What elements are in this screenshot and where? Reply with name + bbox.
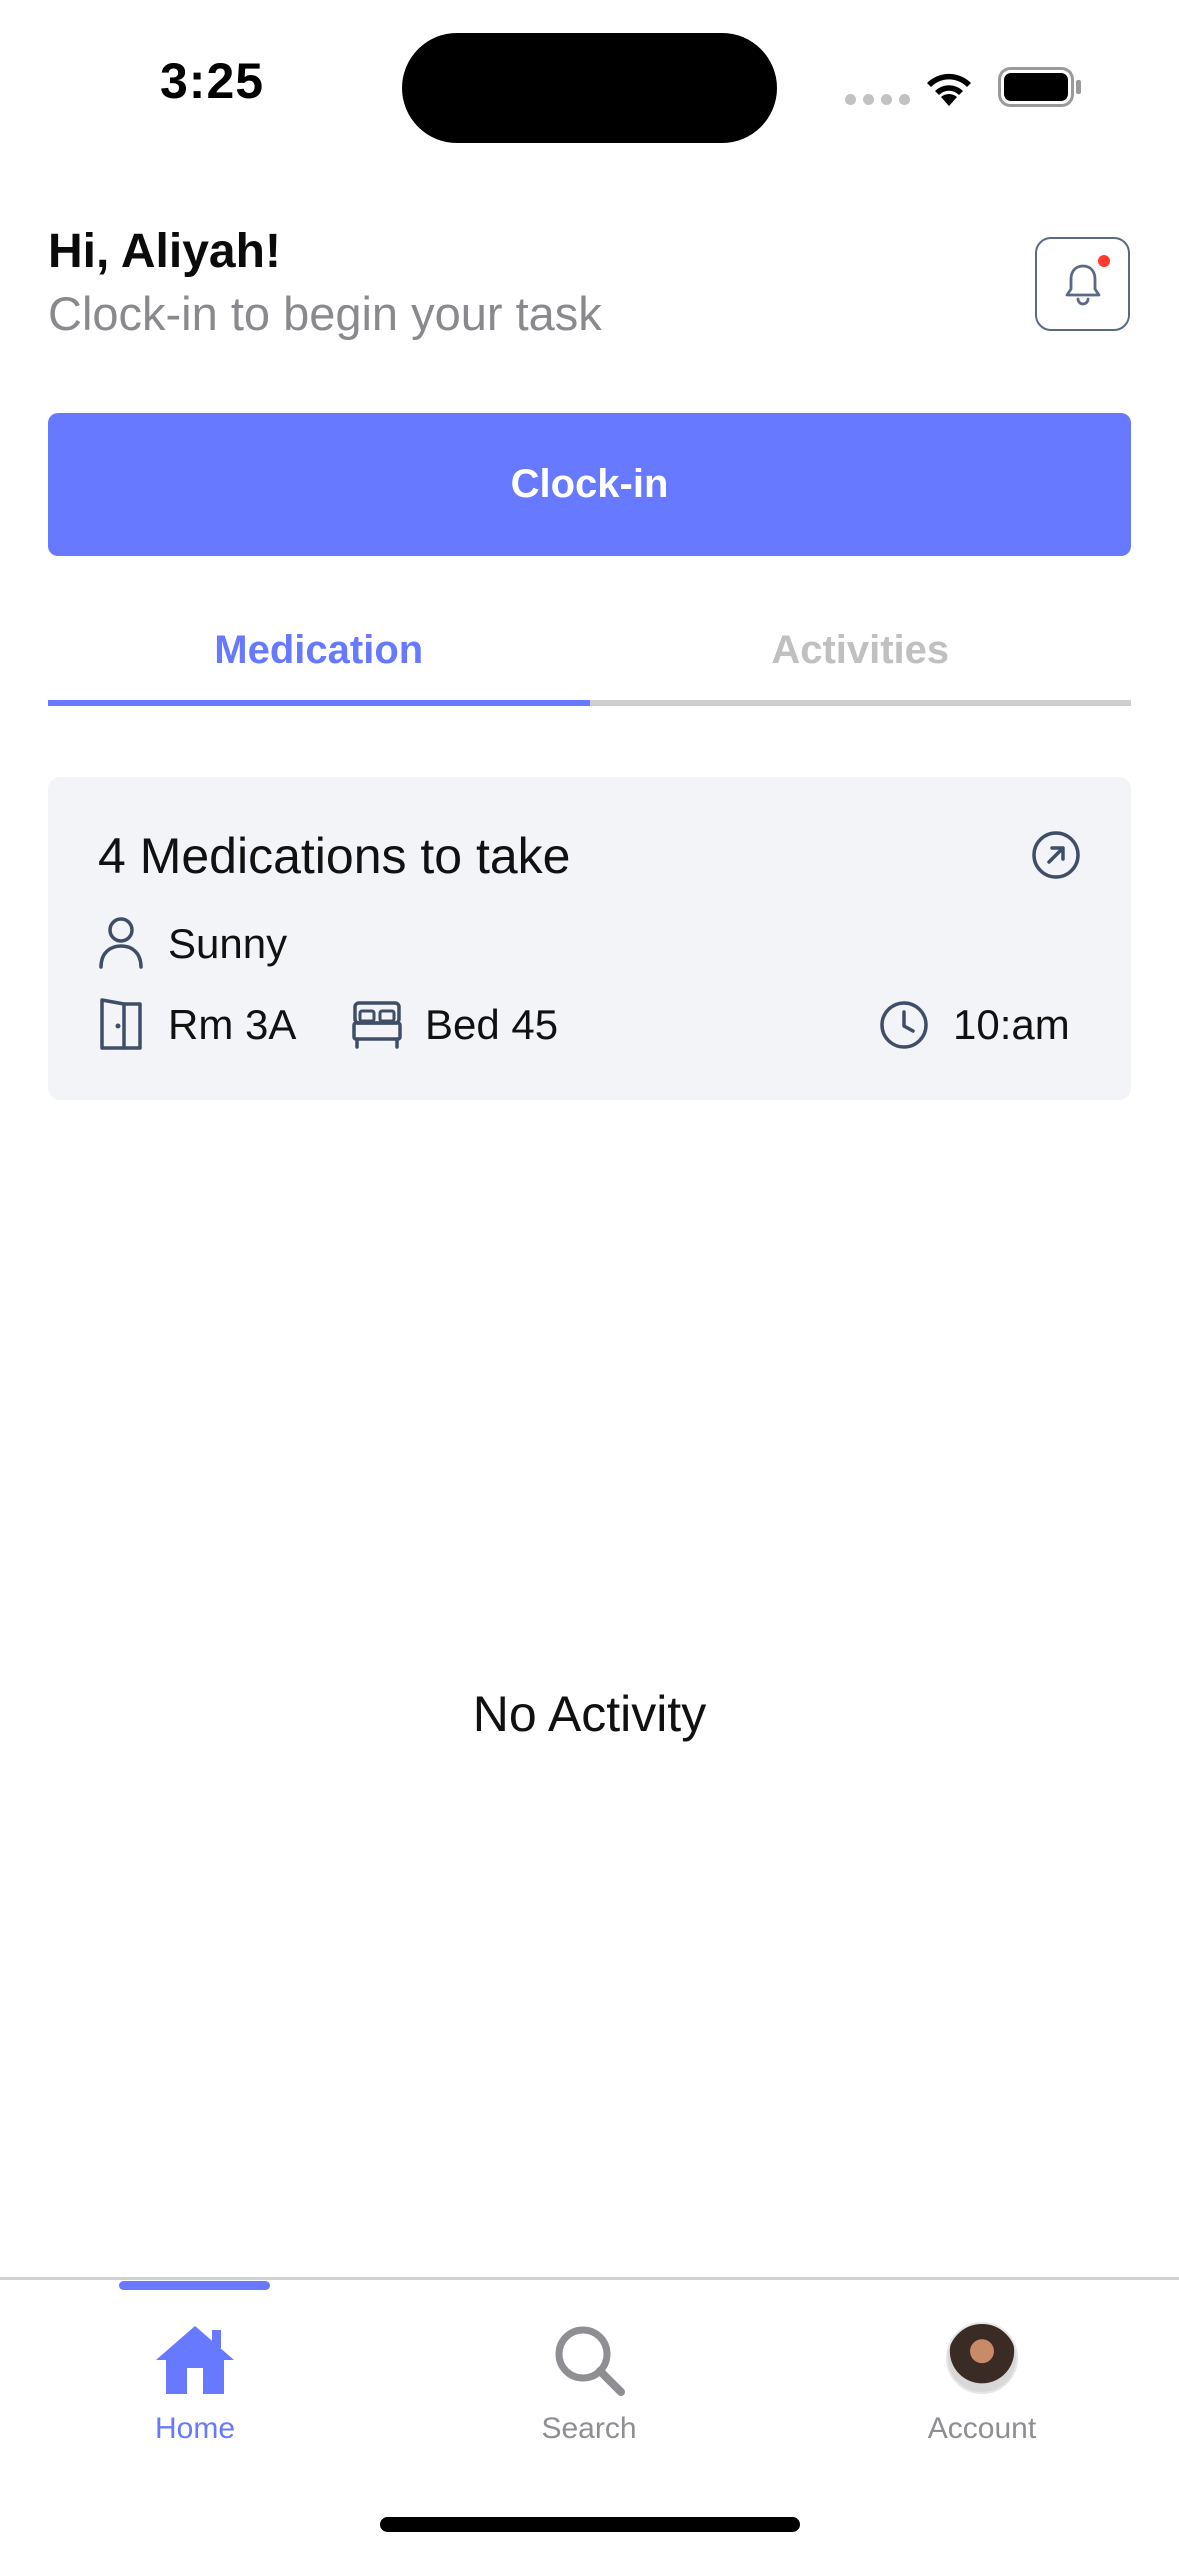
nav-search[interactable]: Search xyxy=(469,2322,709,2446)
nav-search-label: Search xyxy=(541,2412,637,2445)
cellular-signal-icon xyxy=(845,94,910,105)
wifi-icon xyxy=(927,73,971,106)
user-icon xyxy=(99,917,143,969)
bed-number: Bed 45 xyxy=(425,1001,559,1048)
avatar xyxy=(946,2322,1018,2394)
clock-in-button[interactable]: Clock-in xyxy=(48,413,1131,556)
search-icon xyxy=(555,2326,625,2396)
tab-medication[interactable]: Medication xyxy=(48,620,590,706)
nav-home-label: Home xyxy=(154,2412,236,2445)
open-arrow-icon[interactable] xyxy=(1031,830,1081,880)
empty-state-text: No Activity xyxy=(472,1686,707,1742)
patient-name: Sunny xyxy=(168,920,288,967)
status-time: 3:25 xyxy=(160,53,265,109)
medication-card[interactable]: 4 Medications to take Sunny Rm 3A Bed 45 xyxy=(48,777,1131,1100)
greeting-subtitle: Clock-in to begin your task xyxy=(48,287,602,340)
battery-icon xyxy=(998,67,1081,107)
nav-account-label: Account xyxy=(927,2412,1037,2445)
room-number: Rm 3A xyxy=(168,1001,297,1048)
tab-bar: Medication Activities xyxy=(48,620,1131,706)
dynamic-island xyxy=(402,33,777,143)
screen: 3:25 Hi, Aliyah! Clock-in to begin your … xyxy=(0,0,1179,2556)
greeting-title: Hi, Aliyah! xyxy=(48,225,281,278)
tab-activities[interactable]: Activities xyxy=(589,620,1131,706)
active-tab-indicator xyxy=(119,2281,270,2290)
notifications-button[interactable] xyxy=(1035,237,1130,331)
medication-time: 10:am xyxy=(953,1001,1070,1048)
bed-icon xyxy=(352,1001,402,1049)
home-icon xyxy=(156,2326,234,2394)
notification-badge xyxy=(1098,255,1110,267)
nav-home[interactable]: Home xyxy=(75,2322,315,2446)
medication-count-title: 4 Medications to take xyxy=(98,828,571,884)
nav-account[interactable]: Account xyxy=(862,2322,1102,2446)
home-indicator xyxy=(380,2517,800,2532)
door-icon xyxy=(100,998,142,1050)
bell-icon xyxy=(1065,264,1100,306)
clock-icon xyxy=(880,1001,928,1049)
